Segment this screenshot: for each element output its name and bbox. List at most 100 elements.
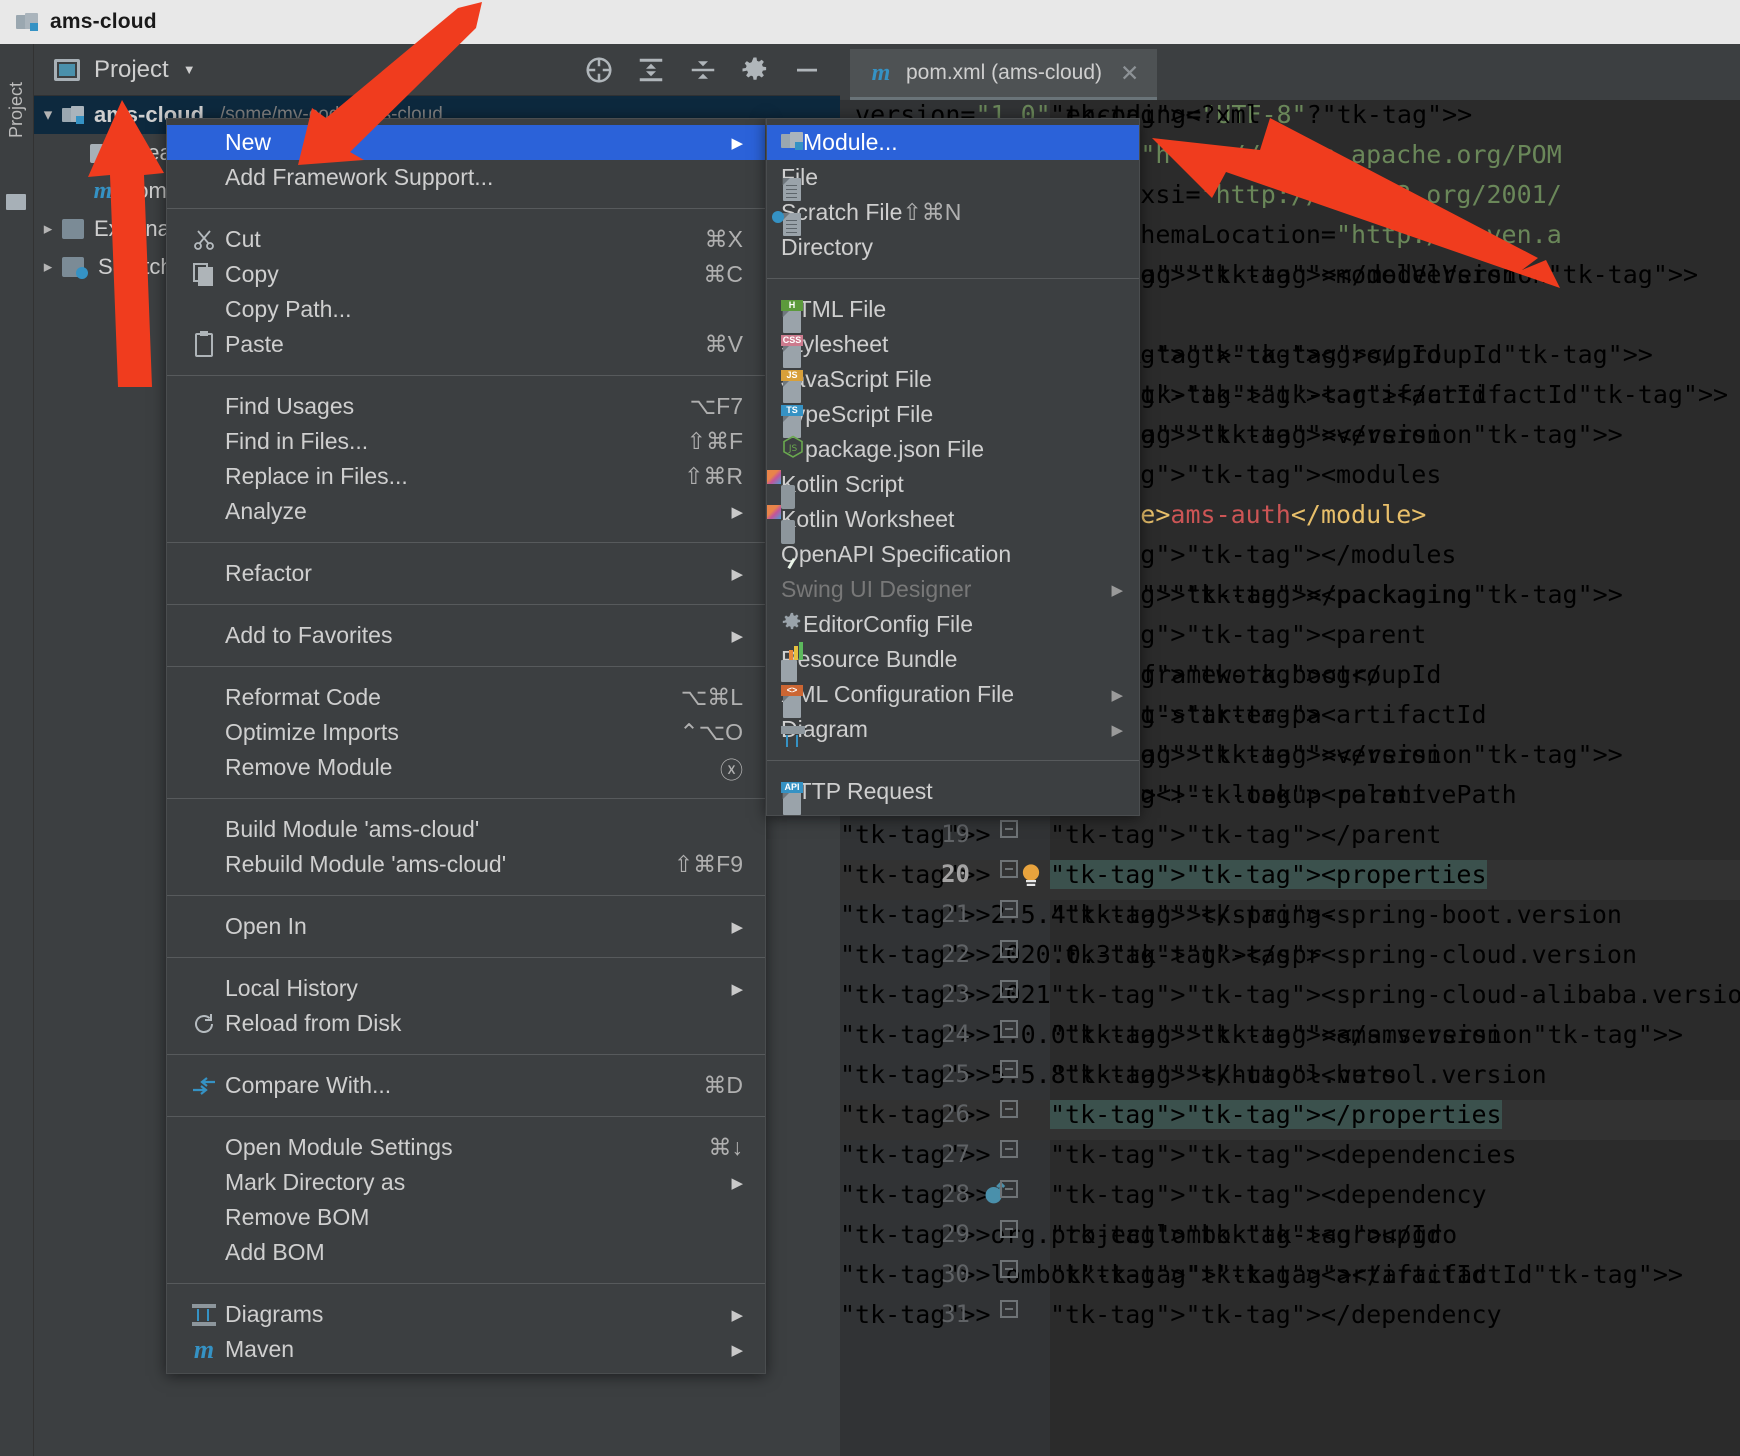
menu-item-build-module-ams-cloud[interactable]: Build Module 'ams-cloud': [167, 812, 765, 847]
diagram-icon: [183, 1303, 225, 1326]
collapse-all-icon[interactable]: [688, 55, 718, 85]
copy-icon: [183, 262, 225, 287]
code-folding-toggle[interactable]: [1000, 860, 1022, 882]
submenu-item-html-file[interactable]: H HTML File: [767, 292, 1139, 333]
code-folding-toggle[interactable]: [1000, 1300, 1022, 1322]
code-folding-toggle[interactable]: [1000, 1060, 1022, 1082]
menu-group: Compare With... ⌘D: [167, 1062, 765, 1109]
menu-item-diagrams[interactable]: Diagrams ▶: [167, 1297, 765, 1332]
menu-item-remove-bom[interactable]: Remove BOM: [167, 1200, 765, 1235]
menu-item-rebuild-module-ams-cloud[interactable]: Rebuild Module 'ams-cloud' ⇧⌘F9: [167, 847, 765, 882]
submenu-item-kotlin-script[interactable]: Kotlin Script: [767, 467, 1139, 509]
code-text: "tk-tag">"tk-tag"><dependency: [1050, 1180, 1487, 1209]
code-folding-toggle[interactable]: [1000, 1220, 1022, 1242]
chevron-right-icon: ▶: [731, 1341, 743, 1359]
submenu-item-diagram[interactable]: Diagram ▶: [767, 712, 1139, 747]
submenu-item-package-json-file[interactable]: JS package.json File: [767, 432, 1139, 467]
submenu-item-xml-configuration-file[interactable]: <> XML Configuration File ▶: [767, 677, 1139, 718]
maven-m-icon: m: [93, 177, 113, 204]
code-folding-toggle[interactable]: [1000, 940, 1022, 962]
menu-item-shortcut: ⌥⌘L: [680, 684, 743, 710]
menu-group: Local History ▶ Reload from Disk: [167, 965, 765, 1047]
menu-item-add-bom[interactable]: Add BOM: [167, 1235, 765, 1270]
submenu-item-swing-ui-designer[interactable]: Swing UI Designer ▶: [767, 572, 1139, 607]
menu-item-shortcut: ⇧⌘F: [686, 428, 743, 454]
submenu-group: API HTTP Request: [767, 768, 1139, 815]
menu-separator: [167, 208, 765, 209]
code-folding-toggle[interactable]: [1000, 1140, 1022, 1162]
chevron-down-icon[interactable]: ▼: [183, 62, 196, 77]
submenu-item-directory[interactable]: Directory: [767, 230, 1139, 265]
code-folding-toggle[interactable]: [1000, 1100, 1022, 1122]
submenu-item-scratch-file[interactable]: Scratch File ⇧⌘N: [767, 195, 1139, 236]
menu-item-compare-with[interactable]: Compare With... ⌘D: [167, 1068, 765, 1103]
menu-item-add-framework-support[interactable]: Add Framework Support...: [167, 160, 765, 195]
code-text: "tk-tag">"tk-tag"><spring-cloud-alibaba.…: [1050, 980, 1740, 1009]
menu-item-label: Find Usages: [225, 393, 355, 419]
submenu-item-module[interactable]: Module...: [767, 125, 1139, 160]
menu-separator: [167, 666, 765, 667]
expand-all-icon[interactable]: [636, 55, 666, 85]
menu-item-paste[interactable]: Paste ⌘V: [167, 327, 765, 362]
menu-item-open-in[interactable]: Open In ▶: [167, 909, 765, 944]
code-folding-toggle[interactable]: [1000, 1020, 1022, 1042]
menu-item-replace-in-files[interactable]: Replace in Files... ⇧⌘R: [167, 459, 765, 494]
maven-m-icon: m: [193, 1334, 215, 1364]
menu-item-refactor[interactable]: Refactor ▶: [167, 556, 765, 591]
chevron-right-icon[interactable]: ▸: [34, 219, 62, 239]
menu-item-analyze[interactable]: Analyze ▶: [167, 494, 765, 529]
menu-item-copy-path[interactable]: Copy Path...: [167, 292, 765, 327]
editor-tab-pom-xml[interactable]: m pom.xml (ams-cloud) ✕: [850, 49, 1158, 100]
chevron-down-icon[interactable]: ▾: [34, 105, 62, 125]
menu-item-reformat-code[interactable]: Reformat Code ⌥⌘L: [167, 680, 765, 715]
menu-item-optimize-imports[interactable]: Optimize Imports ⌃⌥O: [167, 715, 765, 750]
submenu-item-typescript-file[interactable]: TS TypeScript File: [767, 397, 1139, 438]
submenu-item-openapi-specification[interactable]: OpenAPI Specification: [767, 537, 1139, 572]
code-folding-toggle[interactable]: [1000, 980, 1022, 1002]
menu-item-add-to-favorites[interactable]: Add to Favorites ▶: [167, 618, 765, 653]
menu-item-reload-from-disk[interactable]: Reload from Disk: [167, 1006, 765, 1041]
submenu-item-http-request[interactable]: API HTTP Request: [767, 774, 1139, 815]
code-text: "tk-tag">"tk-tag"><properties: [1050, 860, 1487, 889]
menu-item-mark-directory-as[interactable]: Mark Directory as ▶: [167, 1165, 765, 1200]
chevron-right-icon[interactable]: ▸: [34, 257, 62, 277]
menu-item-maven[interactable]: m Maven ▶: [167, 1332, 765, 1367]
project-context-menu[interactable]: New ▶ Add Framework Support... Cut ⌘X Copy ⌘C C…: [166, 118, 766, 1374]
menu-item-open-module-settings[interactable]: Open Module Settings ⌘↓: [167, 1130, 765, 1165]
submenu-item-javascript-file[interactable]: JS JavaScript File: [767, 362, 1139, 403]
submenu-item-editorconfig-file[interactable]: EditorConfig File: [767, 607, 1139, 642]
menu-item-local-history[interactable]: Local History ▶: [167, 971, 765, 1006]
project-view-icon: [54, 58, 80, 81]
submenu-item-label: Resource Bundle: [781, 646, 958, 672]
submenu-item-kotlin-worksheet[interactable]: Kotlin Worksheet: [767, 502, 1139, 544]
menu-item-shortcut: ⌘↓: [708, 1134, 744, 1160]
code-folding-toggle[interactable]: [1000, 820, 1022, 842]
chevron-right-icon: ▶: [731, 980, 743, 998]
tool-window-tab-project[interactable]: Project: [6, 70, 30, 150]
new-submenu[interactable]: Module... FileScratch File⇧⌘NDirectory HHT…: [766, 118, 1140, 816]
submenu-item-stylesheet[interactable]: CSS Stylesheet: [767, 327, 1139, 368]
menu-item-cut[interactable]: Cut ⌘X: [167, 222, 765, 257]
code-folding-toggle[interactable]: [1000, 1260, 1022, 1282]
code-text: "tk-tag">"tk-tag"><hutool.version: [1050, 1060, 1547, 1089]
code-text: "tk-tag">"tk-tag"></dependency: [1050, 1300, 1502, 1329]
submenu-item-file[interactable]: File: [767, 160, 1139, 201]
menu-item-find-usages[interactable]: Find Usages ⌥F7: [167, 389, 765, 424]
submenu-item-label: OpenAPI Specification: [781, 541, 1012, 567]
gear-icon[interactable]: [740, 55, 770, 85]
code-folding-toggle[interactable]: [1000, 900, 1022, 922]
locate-icon[interactable]: [584, 55, 614, 85]
menu-group: Find Usages ⌥F7 Find in Files... ⇧⌘F Replace…: [167, 383, 765, 535]
menu-item-find-in-files[interactable]: Find in Files... ⇧⌘F: [167, 424, 765, 459]
code-line: 21 "tk-tag">"tk-tag"><spring-boot.version…: [840, 900, 1622, 929]
menu-item-new[interactable]: New ▶: [167, 125, 765, 160]
code-folding-toggle[interactable]: [1000, 1180, 1022, 1202]
left-tool-strip: Project: [0, 44, 34, 1456]
hide-panel-icon[interactable]: [792, 55, 822, 85]
menu-item-copy[interactable]: Copy ⌘C: [167, 257, 765, 292]
close-icon[interactable]: ✕: [1120, 60, 1139, 87]
library-icon: [62, 219, 84, 239]
menu-separator: [167, 375, 765, 376]
submenu-item-resource-bundle[interactable]: Resource Bundle: [767, 641, 1139, 682]
menu-item-remove-module[interactable]: Remove Module ⓧ: [167, 750, 765, 785]
